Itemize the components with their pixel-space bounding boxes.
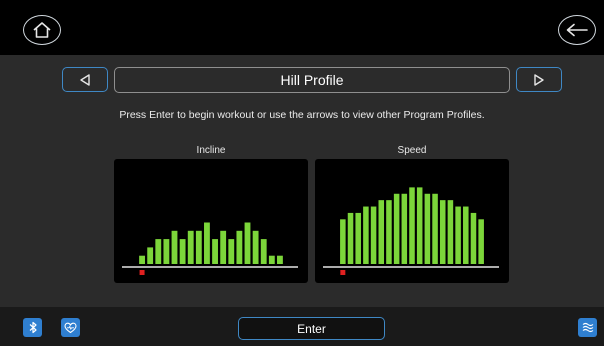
instructions-text: Press Enter to begin workout or use the … [119,109,485,121]
profile-bar [378,200,385,264]
profile-bar [252,230,259,264]
profile-bar [355,212,361,264]
home-icon [33,22,51,38]
speed-chart [315,159,509,283]
profile-bar [260,239,267,264]
position-marker [139,270,145,275]
program-title: Hill Profile [114,67,510,93]
profile-bar [220,230,227,264]
bluetooth-button[interactable] [23,318,42,337]
bottom-bar: Enter [0,307,604,346]
bluetooth-icon [29,321,37,334]
triangle-right-icon [534,73,544,86]
profile-bar [447,200,454,264]
profile-bar [268,255,275,264]
fan-button[interactable] [578,318,597,337]
profile-bar [370,206,377,264]
profile-bar [277,255,283,264]
top-bar [0,0,604,55]
profile-bar [401,193,408,264]
fan-icon [582,322,593,333]
profile-bar [393,193,400,264]
incline-chart-title: Incline [196,145,226,156]
profile-bar [163,239,170,264]
back-arrow-icon [566,23,588,37]
triangle-left-icon [80,73,90,86]
profile-bar [179,239,186,264]
profile-bar [470,212,477,264]
profile-bar [212,239,218,264]
speed-chart-title: Speed [397,145,427,156]
position-marker [340,270,346,275]
home-button[interactable] [23,15,61,45]
heart-rate-icon [64,322,77,333]
chart-plot [122,222,298,275]
chart-plot [323,187,499,275]
profile-bar [147,247,154,264]
profile-bar [432,193,438,264]
back-button[interactable] [558,15,596,45]
previous-program-button[interactable] [62,67,108,92]
profile-bar [409,187,415,264]
profile-bar [228,239,235,264]
profile-bar [244,222,251,264]
profile-bar [155,239,162,264]
profile-bar [455,206,461,264]
profile-bar [386,200,392,264]
profile-bar [347,212,354,264]
profile-bar [195,230,202,264]
profile-bar [416,187,423,264]
enter-button[interactable]: Enter [238,317,385,340]
profile-bar [187,230,194,264]
program-preview-panel: Hill Profile Press Enter to begin workou… [0,55,604,307]
incline-chart [114,159,308,283]
profile-bar [463,206,469,264]
profile-bar [424,193,431,264]
profile-bar [204,222,210,264]
next-program-button[interactable] [516,67,562,92]
profile-bar [171,230,178,264]
profile-bar [340,219,346,264]
profile-bar [439,200,446,264]
profile-bar [478,219,484,264]
profile-bar [236,230,243,264]
heart-rate-button[interactable] [61,318,80,337]
profile-bar [363,206,369,264]
profile-bar [139,255,145,264]
